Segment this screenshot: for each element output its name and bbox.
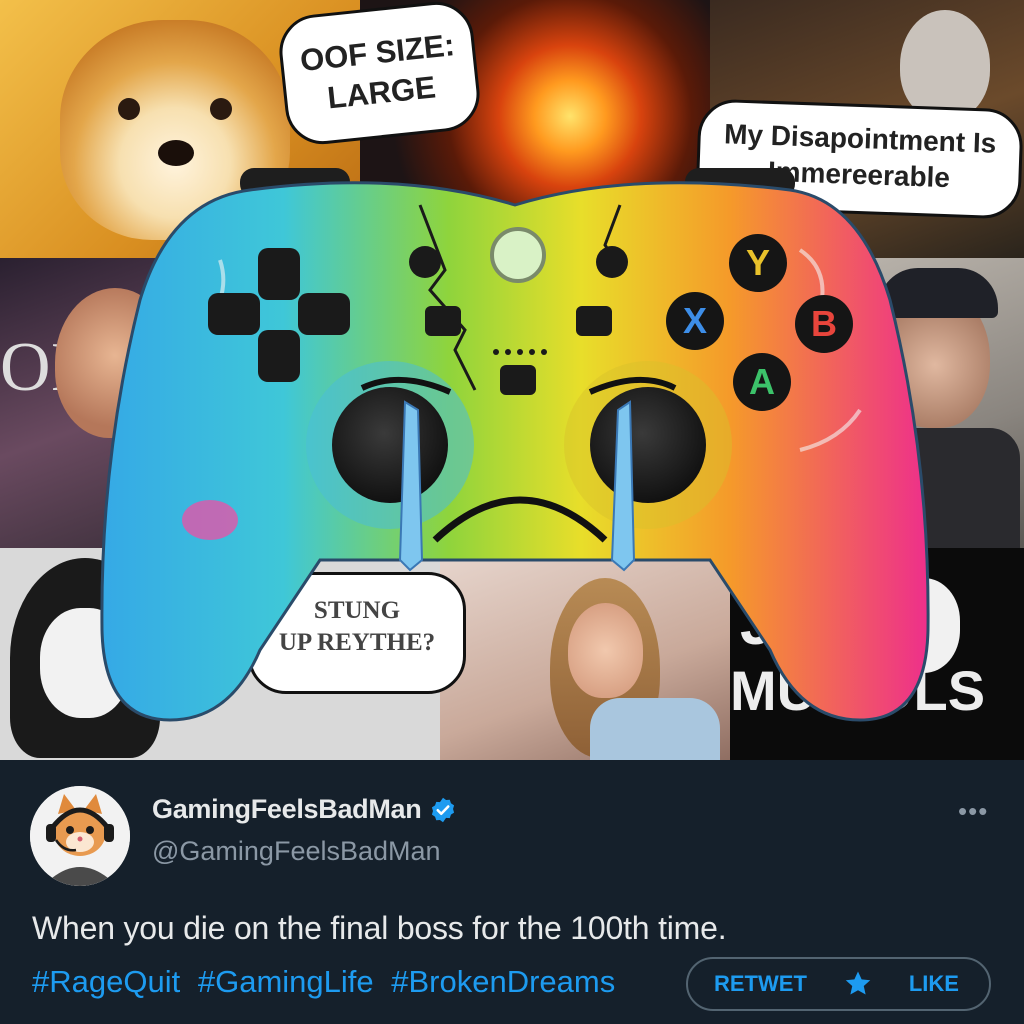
tweet-actions: RETWET LIKE [686, 957, 991, 1011]
retweet-button[interactable]: RETWET [714, 971, 807, 997]
star-icon[interactable] [843, 969, 873, 999]
more-icon[interactable]: ••• [958, 796, 988, 827]
display-name[interactable]: GamingFeelsBadMan [152, 794, 457, 825]
tweet-media-image[interactable]: OI J ON MU POLS OOF SIZE: LARGE My Disap… [0, 0, 1024, 760]
button-a-label: A [749, 361, 775, 402]
tweet-text: When you die on the final boss for the 1… [32, 910, 727, 946]
user-handle[interactable]: @GamingFeelsBadMan [152, 836, 441, 867]
button-y: Y [729, 234, 787, 292]
button-a: A [733, 353, 791, 411]
cat-gamer-avatar-icon [30, 786, 130, 886]
display-name-text[interactable]: GamingFeelsBadMan [152, 794, 422, 825]
speech-bubble-oof: OOF SIZE: LARGE [275, 0, 484, 148]
like-button[interactable]: LIKE [909, 971, 959, 997]
verified-badge-icon [432, 797, 455, 822]
avatar[interactable] [30, 786, 130, 886]
button-y-label: Y [745, 242, 770, 283]
hashtag-ragequit[interactable]: #RageQuit [32, 964, 180, 999]
button-x: X [666, 292, 724, 350]
button-b: B [795, 295, 853, 353]
hashtag-list: #RageQuit #GamingLife #BrokenDreams [32, 964, 624, 1000]
hashtag-brokendreams[interactable]: #BrokenDreams [391, 964, 615, 999]
hashtag-gaminglife[interactable]: #GamingLife [198, 964, 374, 999]
sad-controller [100, 168, 930, 722]
button-x-label: X [682, 300, 707, 341]
button-b-label: B [811, 303, 837, 344]
